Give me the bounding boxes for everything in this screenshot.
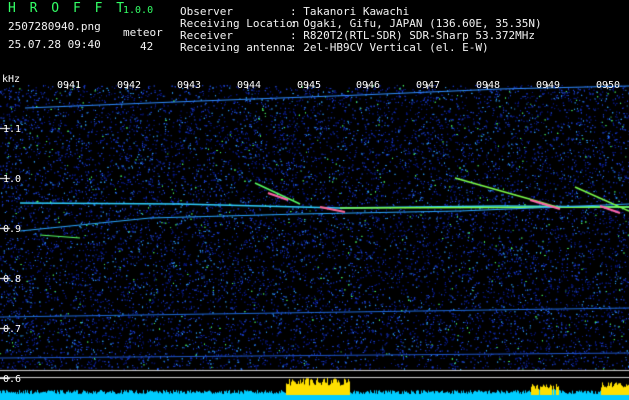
time-tick-label: 0943 (177, 80, 202, 91)
time-tick-label: 0945 (297, 80, 322, 91)
time-tick-label: 0950 (596, 80, 621, 91)
y-tick-label: 0.8 (3, 274, 22, 285)
time-tick-label: 0948 (476, 80, 501, 91)
time-tick-label: 0944 (237, 80, 262, 91)
y-tick-label: 0.6 (3, 374, 22, 385)
y-axis-unit: kHz (2, 74, 21, 85)
y-tick-label: 0.9 (3, 224, 22, 235)
y-tick-label: 1.1 (3, 124, 22, 135)
app-name: H R O F F T (8, 1, 128, 16)
y-tick-label: 0.7 (3, 324, 22, 335)
time-tick-label: 0946 (356, 80, 381, 91)
antenna-key: Receiving antenna (180, 41, 293, 54)
app-version: 1.0.0 (123, 5, 154, 16)
y-tick-label: 1.0 (3, 174, 22, 185)
antenna-value: : 2el-HB9CV Vertical (el. E-W) (290, 41, 489, 54)
spectrogram-waterfall (0, 70, 629, 400)
time-tick-label: 0942 (117, 80, 142, 91)
meteor-count: 42 (140, 40, 154, 53)
header-panel: H R O F F T 1.0.0 2507280940.png 25.07.2… (0, 0, 629, 70)
file-datetime: 25.07.28 09:40 (8, 38, 101, 51)
meteor-label: meteor (123, 26, 163, 39)
file-name: 2507280940.png (8, 20, 101, 33)
time-tick-label: 0941 (57, 80, 82, 91)
time-tick-label: 0947 (416, 80, 441, 91)
time-tick-label: 0949 (536, 80, 561, 91)
